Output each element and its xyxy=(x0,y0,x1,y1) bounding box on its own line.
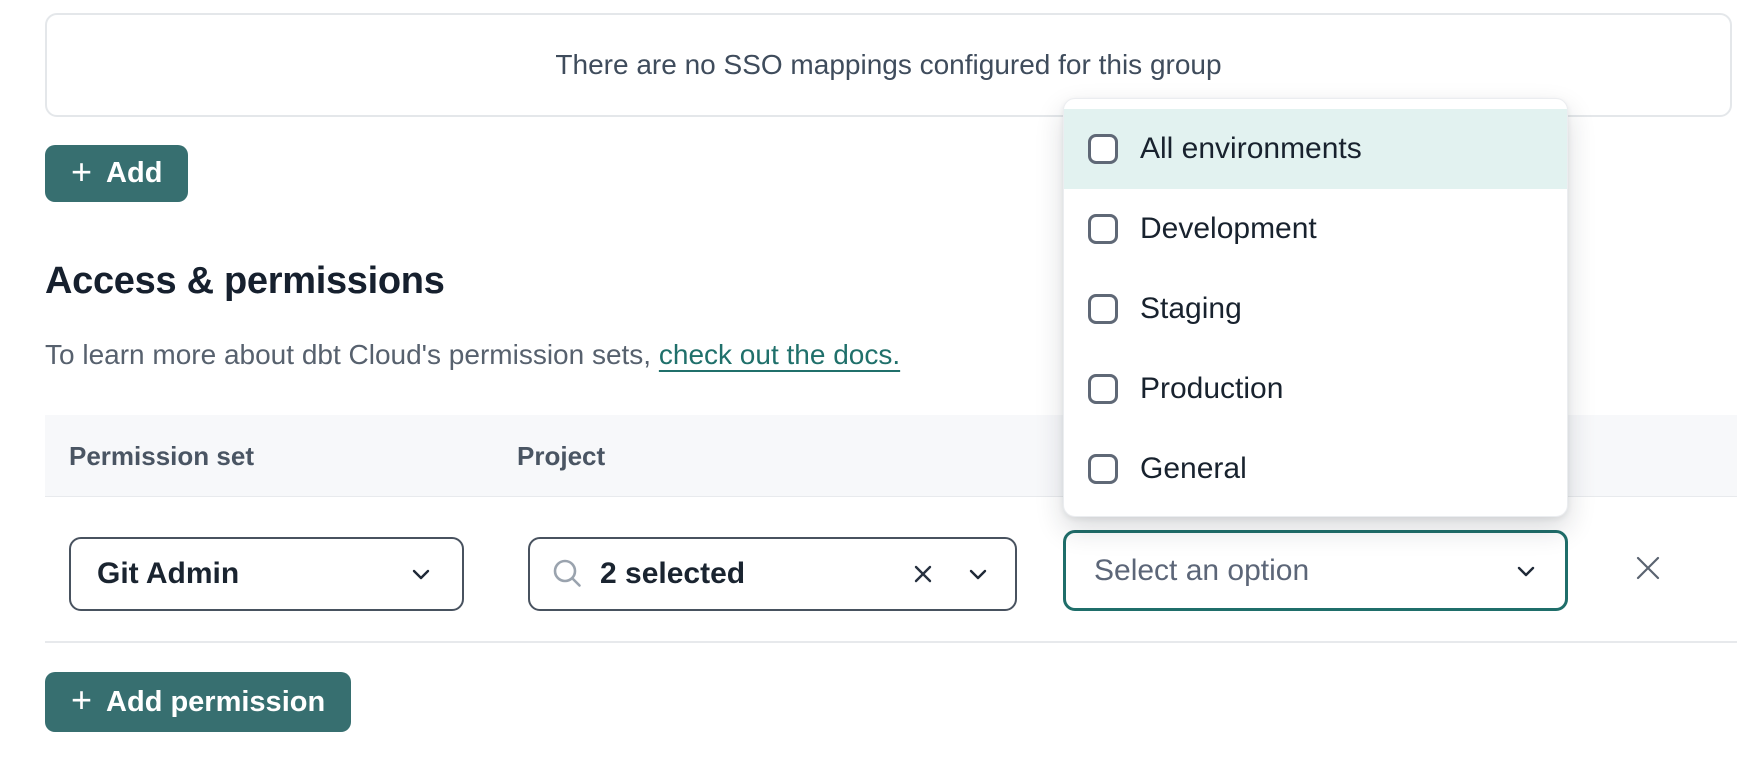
project-selected-count: 2 selected xyxy=(600,557,745,591)
section-description: To learn more about dbt Cloud's permissi… xyxy=(45,339,900,371)
environment-dropdown: All environments Development Staging Pro… xyxy=(1063,98,1568,517)
add-sso-mapping-button[interactable]: + Add xyxy=(45,145,188,202)
dropdown-option-staging[interactable]: Staging xyxy=(1064,269,1567,349)
remove-row-button[interactable] xyxy=(1628,548,1668,588)
permission-set-value: Git Admin xyxy=(97,557,239,591)
checkbox[interactable] xyxy=(1088,454,1118,484)
checkbox[interactable] xyxy=(1088,294,1118,324)
dropdown-option-general[interactable]: General xyxy=(1064,429,1567,509)
dropdown-option-development[interactable]: Development xyxy=(1064,189,1567,269)
project-multiselect[interactable]: 2 selected xyxy=(528,537,1017,611)
remove-icon xyxy=(1630,550,1666,586)
checkbox[interactable] xyxy=(1088,214,1118,244)
dropdown-option-label: All environments xyxy=(1140,132,1362,166)
plus-icon: + xyxy=(71,682,92,718)
column-header-project: Project xyxy=(517,415,605,497)
dropdown-option-label: Staging xyxy=(1140,292,1242,326)
column-header-permission-set: Permission set xyxy=(69,415,254,497)
checkbox[interactable] xyxy=(1088,134,1118,164)
dropdown-option-label: Production xyxy=(1140,372,1283,406)
page-title: Access & permissions xyxy=(45,260,445,303)
chevron-down-icon xyxy=(963,559,993,589)
plus-icon: + xyxy=(71,154,92,190)
permission-set-select[interactable]: Git Admin xyxy=(69,537,464,611)
chevron-down-icon xyxy=(1511,556,1541,586)
chevron-down-icon xyxy=(406,559,436,589)
table-row: Git Admin 2 selected Select an option xyxy=(45,497,1737,643)
docs-link[interactable]: check out the docs. xyxy=(659,339,900,370)
add-permission-button[interactable]: + Add permission xyxy=(45,672,351,732)
add-permission-button-label: Add permission xyxy=(106,686,325,719)
search-icon xyxy=(550,557,584,591)
description-text: To learn more about dbt Cloud's permissi… xyxy=(45,339,659,370)
clear-selection-button[interactable] xyxy=(909,560,937,588)
add-button-label: Add xyxy=(106,157,162,190)
environment-select[interactable]: Select an option xyxy=(1063,530,1568,611)
dropdown-option-label: General xyxy=(1140,452,1247,486)
group-settings-page: There are no SSO mappings configured for… xyxy=(0,0,1744,772)
dropdown-option-all-environments[interactable]: All environments xyxy=(1064,109,1567,189)
environment-select-placeholder: Select an option xyxy=(1094,554,1309,588)
dropdown-option-production[interactable]: Production xyxy=(1064,349,1567,429)
dropdown-option-label: Development xyxy=(1140,212,1317,246)
checkbox[interactable] xyxy=(1088,374,1118,404)
sso-empty-message: There are no SSO mappings configured for… xyxy=(555,49,1221,81)
